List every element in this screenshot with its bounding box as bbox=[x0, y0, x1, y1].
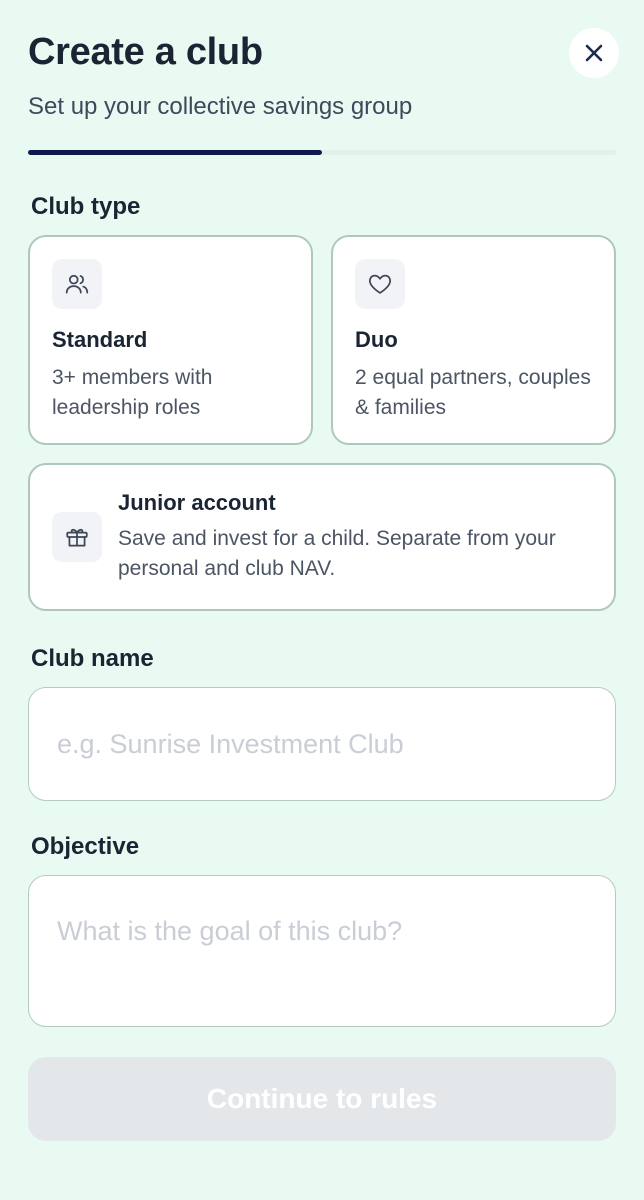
progress-track bbox=[28, 150, 616, 155]
club-type-junior[interactable]: Junior account Save and invest for a chi… bbox=[28, 463, 616, 611]
objective-input[interactable] bbox=[28, 875, 616, 1027]
page-title: Create a club bbox=[28, 31, 263, 73]
card-title: Junior account bbox=[118, 490, 276, 515]
objective-label: Objective bbox=[31, 833, 140, 860]
heart-icon bbox=[369, 274, 391, 294]
club-type-standard[interactable]: Standard 3+ members with leadership role… bbox=[28, 235, 313, 445]
page-subtitle: Set up your collective savings group bbox=[28, 93, 413, 120]
card-description: Save and invest for a child. Separate fr… bbox=[118, 527, 556, 580]
card-text: Junior account Save and invest for a chi… bbox=[118, 490, 592, 584]
card-description: 3+ members with leadership roles bbox=[52, 366, 213, 419]
club-name-input[interactable] bbox=[28, 687, 616, 801]
progress-fill bbox=[28, 150, 322, 155]
card-title: Duo bbox=[355, 327, 398, 352]
club-type-duo[interactable]: Duo 2 equal partners, couples & families bbox=[331, 235, 616, 445]
club-type-label: Club type bbox=[31, 193, 141, 220]
club-name-label: Club name bbox=[31, 645, 154, 672]
card-title: Standard bbox=[52, 327, 148, 352]
gift-icon bbox=[66, 528, 88, 547]
icon-box bbox=[52, 512, 102, 562]
close-button[interactable] bbox=[569, 28, 619, 78]
icon-box bbox=[52, 259, 102, 309]
page-header: Create a club Set up your collective sav… bbox=[28, 0, 619, 122]
create-club-page: Create a club Set up your collective sav… bbox=[0, 0, 644, 1200]
continue-button[interactable]: Continue to rules bbox=[28, 1057, 616, 1141]
icon-box bbox=[355, 259, 405, 309]
club-type-options: Standard 3+ members with leadership role… bbox=[28, 235, 616, 445]
card-description: 2 equal partners, couples & families bbox=[355, 366, 591, 419]
users-icon bbox=[65, 274, 89, 294]
close-icon bbox=[585, 44, 603, 62]
